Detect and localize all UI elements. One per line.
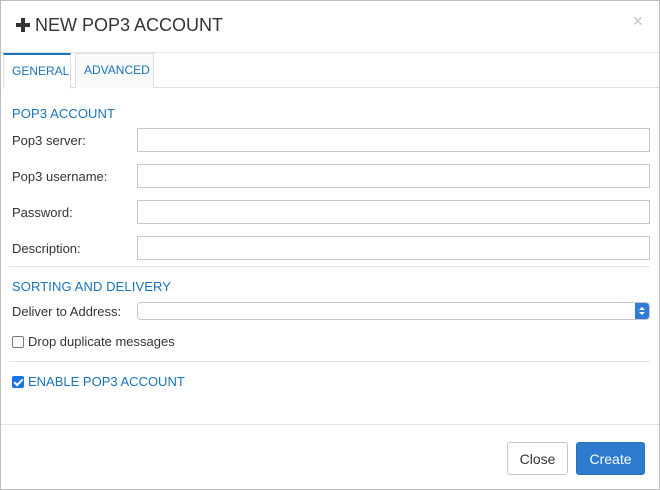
drop-duplicates-checkbox[interactable] [12, 335, 24, 348]
arrow-down-icon [639, 312, 645, 315]
deliver-to-address-select[interactable] [137, 302, 650, 320]
dialog-title: NEW POP3 ACCOUNT [35, 15, 224, 35]
deliver-to-address-label: Deliver to Address: [12, 304, 122, 319]
section-divider [9, 361, 650, 362]
sorting-delivery-heading: SORTING AND DELIVERY [12, 279, 172, 294]
new-pop3-account-dialog: NEW POP3 ACCOUNT × GENERAL ADVANCED POP3… [0, 0, 660, 490]
tab-general[interactable]: GENERAL [3, 53, 71, 89]
pop3-server-label: Pop3 server: [12, 133, 86, 148]
arrow-up-icon [639, 307, 645, 310]
description-label: Description: [12, 241, 81, 256]
select-arrows-icon[interactable] [635, 303, 649, 319]
close-icon[interactable]: × [632, 12, 643, 30]
enable-pop3-row[interactable]: ENABLE POP3 ACCOUNT [12, 374, 185, 389]
plus-icon [16, 18, 30, 32]
password-label: Password: [12, 205, 73, 220]
pop3-username-label: Pop3 username: [12, 169, 108, 184]
tab-bar: GENERAL ADVANCED [3, 53, 659, 89]
password-input[interactable] [137, 200, 650, 224]
section-divider [9, 266, 650, 267]
create-button[interactable]: Create [576, 442, 645, 475]
tab-advanced[interactable]: ADVANCED [75, 53, 154, 88]
description-input[interactable] [137, 236, 650, 260]
enable-pop3-checkbox[interactable] [12, 375, 24, 388]
dialog-footer: Close Create [1, 424, 659, 490]
pop3-username-input[interactable] [137, 164, 650, 188]
pop3-account-heading: POP3 ACCOUNT [12, 106, 116, 121]
pop3-server-input[interactable] [137, 128, 650, 152]
drop-duplicates-row[interactable]: Drop duplicate messages [12, 334, 175, 349]
close-button[interactable]: Close [507, 442, 568, 475]
dialog-header: NEW POP3 ACCOUNT × [1, 1, 659, 53]
enable-pop3-label: ENABLE POP3 ACCOUNT [28, 374, 185, 389]
drop-duplicates-label: Drop duplicate messages [28, 334, 175, 349]
dialog-title-wrap: NEW POP3 ACCOUNT [16, 14, 223, 36]
